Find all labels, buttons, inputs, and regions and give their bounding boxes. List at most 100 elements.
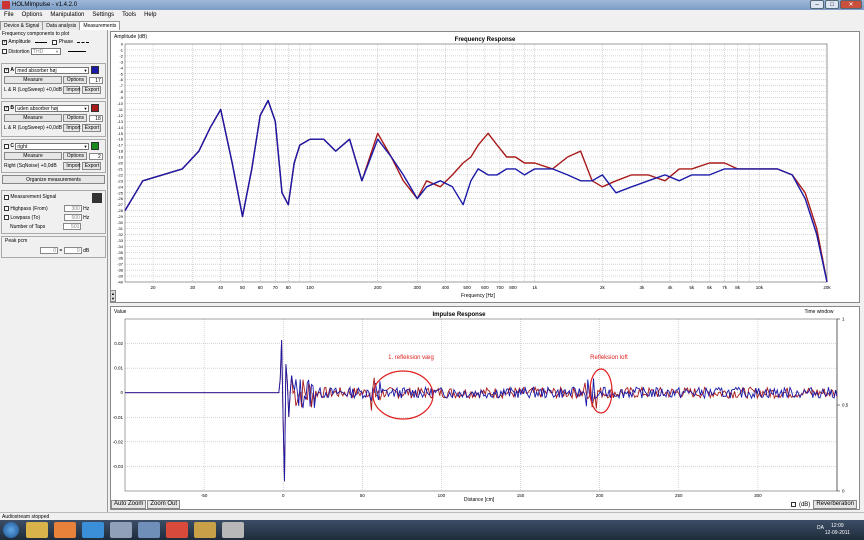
tab-measurements[interactable]: Measurements <box>79 21 121 30</box>
window-title: HOLMImpulse - v1.4.2.0 <box>12 2 78 8</box>
menu-help[interactable]: Help <box>140 10 160 21</box>
app-taskbar-icon-1[interactable] <box>110 522 132 538</box>
measurement-b-options-button[interactable]: Options <box>63 114 88 122</box>
phase-line-sample <box>77 41 90 43</box>
measurement-c-dropdown[interactable]: right ▼ <box>15 142 90 150</box>
zoom-out-button[interactable]: Zoom Out <box>147 500 181 509</box>
fr-y-tick-label: -10 <box>117 101 124 106</box>
measurement-a-spin[interactable]: 17 <box>88 76 103 84</box>
measurement-a-options-button[interactable]: Options <box>63 76 88 84</box>
tray-clock[interactable]: 12:09 12-09-2011 <box>825 523 850 537</box>
menu-manipulation[interactable]: Manipulation <box>46 10 88 21</box>
app-taskbar-icon-3[interactable] <box>194 522 216 538</box>
organize-measurements-button[interactable]: Organize measurements <box>2 175 105 184</box>
measurement-b-measure-button[interactable]: Measure <box>4 114 62 122</box>
measurement-b-dropdown[interactable]: uden absorber høj ▼ <box>15 104 90 112</box>
explorer-taskbar-icon[interactable] <box>26 522 48 538</box>
fr-y-tick-label: -25 <box>117 190 124 195</box>
measurement-c-export-button[interactable]: Export <box>81 162 101 170</box>
fr-x-tick-label: 1k <box>532 285 538 290</box>
app-taskbar-icon-2[interactable] <box>138 522 160 538</box>
measurement-a-dropdown[interactable]: med absorber høj ▼ <box>15 66 90 74</box>
frequency-response-chart[interactable]: Amplitude (dB) Frequency Response Freque… <box>111 32 859 302</box>
clock-time: 12:09 <box>831 523 844 529</box>
db-checkbox[interactable] <box>790 502 796 507</box>
fr-y-tick-label: -27 <box>117 202 124 207</box>
measurement-a-checkbox[interactable] <box>4 67 9 73</box>
measurement-c-letter: C <box>10 143 15 149</box>
tab-data-analysis[interactable]: Data analysis <box>42 21 81 30</box>
highpass-checkbox[interactable] <box>4 206 9 211</box>
fr-y-tick-label: -15 <box>117 131 124 136</box>
measurement-a-measure-button[interactable]: Measure <box>4 76 62 84</box>
fr-x-tick-label: 100 <box>306 285 314 290</box>
measurement-a-import-button[interactable]: Import <box>63 86 81 94</box>
close-button[interactable]: ✕ <box>840 0 862 9</box>
measurement-c-spin[interactable]: 2 <box>88 152 103 160</box>
fr-x-tick-label: 30 <box>190 285 196 290</box>
highpass-spin[interactable]: 300 <box>63 205 82 212</box>
app-icon <box>2 1 10 9</box>
lowpass-checkbox[interactable] <box>4 215 9 220</box>
measurement-b-import-button[interactable]: Import <box>63 124 81 132</box>
distortion-dropdown[interactable]: THD ▼ <box>30 48 61 55</box>
measurement-signal-color-swatch[interactable] <box>92 193 102 203</box>
fr-y-tick-label: -23 <box>117 178 124 183</box>
measurement-c-measure-button[interactable]: Measure <box>4 152 62 160</box>
impulse-response-chart[interactable]: Value Impulse Response Time window Dista… <box>111 307 859 509</box>
start-button[interactable] <box>3 522 19 538</box>
fr-y-tick-label: -18 <box>117 149 124 154</box>
minimize-button[interactable]: – <box>810 0 824 9</box>
measurement-b-export-button[interactable]: Export <box>81 124 101 132</box>
measurement-c-checkbox[interactable] <box>4 143 9 149</box>
lowpass-label: Lowpass (To) <box>10 214 41 221</box>
chrome-taskbar-icon[interactable] <box>166 522 188 538</box>
maximize-button[interactable]: □ <box>825 0 839 9</box>
fr-x-tick-label: 400 <box>442 285 450 290</box>
measurement-c-color-swatch[interactable] <box>90 142 99 150</box>
measurement-signal-checkbox[interactable] <box>4 194 9 200</box>
fr-y-tick-label: -29 <box>117 214 124 219</box>
menu-tools[interactable]: Tools <box>118 10 140 21</box>
annotation-wall-reflection: 1. refleksion væg <box>388 355 434 361</box>
tray-language[interactable]: DA <box>817 525 824 531</box>
measurement-c-import-button[interactable]: Import <box>63 162 81 170</box>
skype-taskbar-icon[interactable] <box>82 522 104 538</box>
holmimpulse-taskbar-icon[interactable] <box>222 522 244 538</box>
measurement-b-color-swatch[interactable] <box>90 104 99 112</box>
lowpass-spin[interactable]: 500 <box>63 214 82 221</box>
fr-x-tick-label: 10k <box>756 285 764 290</box>
panel-splitter-arrows[interactable]: ▲ ▼ <box>110 290 116 302</box>
fr-y-tick-label: -34 <box>117 244 124 249</box>
menu-file[interactable]: File <box>0 10 18 21</box>
db-label: (dB) <box>798 501 811 508</box>
peak-input-2[interactable]: 0 <box>63 247 82 254</box>
taps-spin[interactable]: 501 <box>63 223 82 230</box>
distortion-checkbox[interactable] <box>2 49 7 54</box>
auto-zoom-button[interactable]: Auto Zoom <box>111 500 147 509</box>
ir-right-tick-label: 0,5 <box>842 403 849 408</box>
reverberation-button[interactable]: Reverberation <box>813 500 857 509</box>
measurement-a-export-button[interactable]: Export <box>81 86 101 94</box>
measurement-a-letter: A <box>10 67 15 73</box>
phase-checkbox[interactable] <box>52 39 58 45</box>
fr-y-tick-label: -38 <box>117 268 124 273</box>
fr-xlabel: Frequency [Hz] <box>461 293 496 299</box>
media-player-taskbar-icon[interactable] <box>54 522 76 538</box>
menu-settings[interactable]: Settings <box>88 10 118 21</box>
fr-y-tick-label: -4 <box>119 65 123 70</box>
fr-y-tick-label: -14 <box>117 125 124 130</box>
measurement-a-color-swatch[interactable] <box>90 66 99 74</box>
amplitude-checkbox[interactable] <box>2 39 7 45</box>
tab-device-signal[interactable]: Device & Signal <box>0 21 44 30</box>
measurement-b-checkbox[interactable] <box>4 105 9 111</box>
fr-y-tick-label: -37 <box>117 262 124 267</box>
ir-ylabel: Value <box>114 309 127 315</box>
measurement-c-options-button[interactable]: Options <box>63 152 88 160</box>
fr-y-tick-label: -6 <box>119 77 123 82</box>
measurement-b-spin[interactable]: 18 <box>88 114 103 122</box>
ir-xlabel: Distance [cm] <box>464 497 495 503</box>
peak-input-1[interactable]: 0 <box>40 247 58 254</box>
ir-x-tick-label: 0 <box>282 493 285 498</box>
menu-options[interactable]: Options <box>18 10 47 21</box>
